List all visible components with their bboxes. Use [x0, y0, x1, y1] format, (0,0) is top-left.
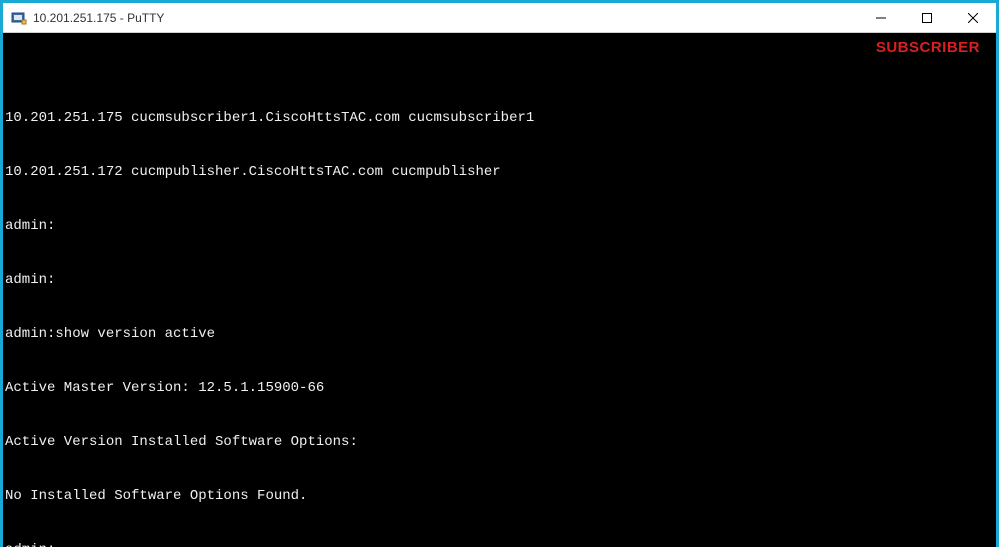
close-button[interactable]: [950, 3, 996, 33]
maximize-button[interactable]: [904, 3, 950, 33]
window-title: 10.201.251.175 - PuTTY: [33, 11, 164, 25]
term-line: admin:: [5, 541, 994, 547]
minimize-button[interactable]: [858, 3, 904, 33]
term-line: 10.201.251.175 cucmsubscriber1.CiscoHtts…: [5, 109, 994, 127]
titlebar[interactable]: 10.201.251.175 - PuTTY: [3, 3, 996, 33]
term-line: Active Master Version: 12.5.1.15900-66: [5, 379, 994, 397]
term-line: 10.201.251.172 cucmpublisher.CiscoHttsTA…: [5, 163, 994, 181]
term-line: Active Version Installed Software Option…: [5, 433, 994, 451]
putty-icon: [11, 10, 27, 26]
term-line: No Installed Software Options Found.: [5, 487, 994, 505]
titlebar-left: 10.201.251.175 - PuTTY: [3, 10, 164, 26]
subscriber-label: SUBSCRIBER: [876, 39, 980, 57]
term-line: admin:: [5, 271, 994, 289]
window-controls: [858, 3, 996, 33]
term-line: admin:show version active: [5, 325, 994, 343]
putty-window: 10.201.251.175 - PuTTY SUBSCRIBER 10.201…: [0, 0, 999, 547]
terminal-area[interactable]: SUBSCRIBER 10.201.251.175 cucmsubscriber…: [3, 33, 996, 547]
term-line: admin:: [5, 217, 994, 235]
